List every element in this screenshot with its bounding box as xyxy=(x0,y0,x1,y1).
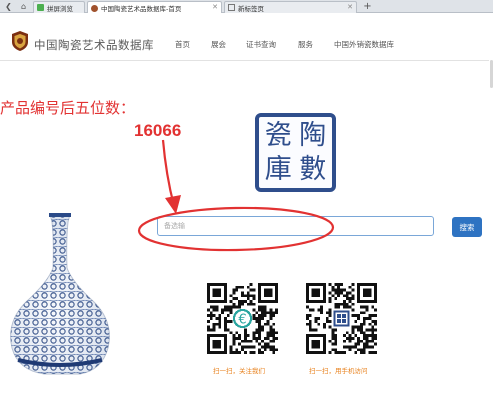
page: ❮ ⌂ 拼屏浏览 中国陶瓷艺术品数据库-首页 ✕ 新标签页 ✕ + 中国陶瓷艺术… xyxy=(0,0,493,402)
tab-label: 中国陶瓷艺术品数据库-首页 xyxy=(101,5,182,13)
seal-char: 陶 xyxy=(299,120,327,152)
tab-new-tab[interactable]: 新标签页 ✕ xyxy=(224,1,357,13)
qr-code-wechat: € xyxy=(207,283,278,354)
search-button[interactable]: 搜索 xyxy=(452,217,482,237)
nav-export-porcelain-db[interactable]: 中国外销瓷数据库 xyxy=(334,39,394,50)
qr-code-image: € xyxy=(207,283,278,354)
qr-code-image xyxy=(306,283,377,354)
close-tab-icon[interactable]: ✕ xyxy=(212,3,218,11)
browser-tab-bar: ❮ ⌂ 拼屏浏览 中国陶瓷艺术品数据库-首页 ✕ 新标签页 ✕ + xyxy=(0,0,493,14)
nav-exhibition[interactable]: 展会 xyxy=(211,39,226,50)
site-favicon-icon xyxy=(91,4,98,12)
new-tab-button[interactable]: + xyxy=(362,1,373,12)
annotation-code: 16066 xyxy=(134,121,182,140)
qr-caption-follow-us: 扫一扫，关注我们 xyxy=(213,367,265,375)
new-tab-page-icon xyxy=(228,4,235,11)
annotation-instruction: 产品编号后五位数： xyxy=(0,99,136,117)
tab-split-browse[interactable]: 拼屏浏览 xyxy=(33,1,85,13)
seal-char: 庫 xyxy=(264,153,292,185)
qr-caption-mobile-visit: 扫一扫，用手机访问 xyxy=(309,367,368,375)
back-icon[interactable]: ❮ xyxy=(3,1,14,12)
tab-label: 新标签页 xyxy=(238,4,264,13)
home-icon[interactable]: ⌂ xyxy=(18,1,29,12)
site-title[interactable]: 中国陶瓷艺术品数据库 xyxy=(34,37,154,53)
annotation-arrow xyxy=(161,139,176,207)
site-header: 中国陶瓷艺术品数据库 首页 展会 证书查询 服务 中国外销瓷数据库 xyxy=(0,13,493,61)
nav-home[interactable]: 首页 xyxy=(175,39,190,50)
seal-char: 數 xyxy=(299,153,327,185)
seal-logo: 陶 瓷 數 庫 xyxy=(255,113,336,192)
nav-certificate-query[interactable]: 证书查询 xyxy=(246,39,276,50)
seal-char: 瓷 xyxy=(264,120,292,152)
search-input[interactable] xyxy=(157,216,434,236)
split-view-icon xyxy=(37,4,44,11)
site-logo-icon[interactable] xyxy=(10,30,30,52)
svg-text:€: € xyxy=(238,313,246,328)
nav-service[interactable]: 服务 xyxy=(298,39,313,50)
qr-code-mobile xyxy=(306,283,377,354)
tab-label: 拼屏浏览 xyxy=(47,4,73,13)
annotation-arrow-head xyxy=(165,195,181,214)
porcelain-vase-image xyxy=(10,213,110,375)
close-tab-icon[interactable]: ✕ xyxy=(347,3,353,11)
